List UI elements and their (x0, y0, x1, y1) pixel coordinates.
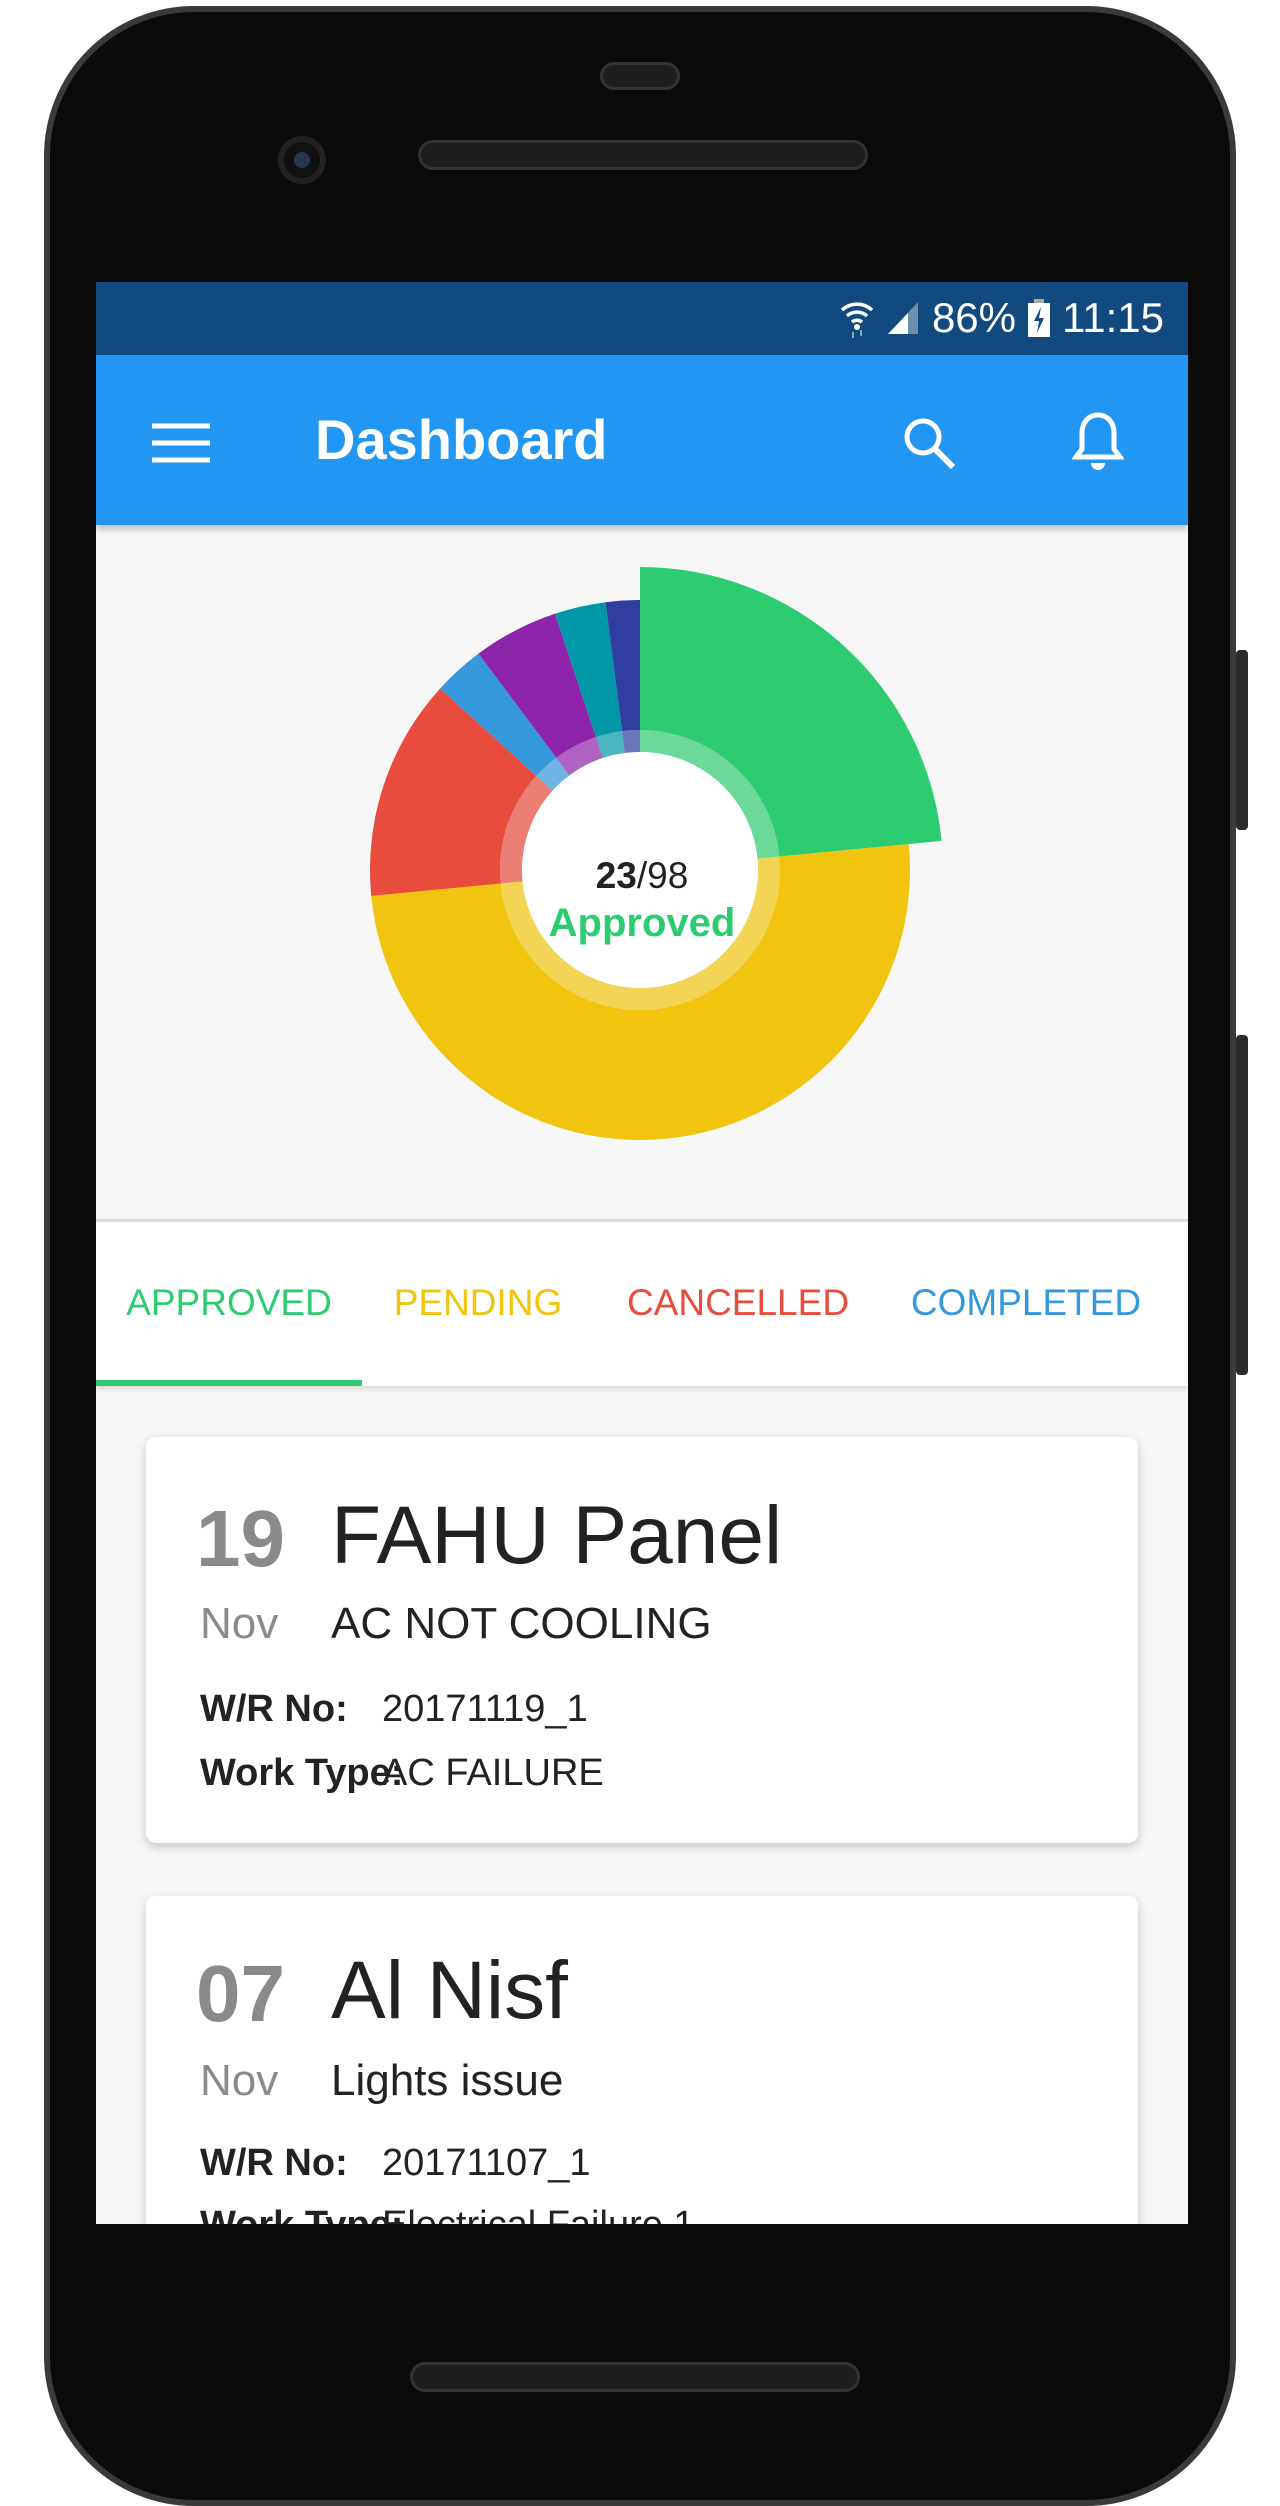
work-request-card[interactable]: 07 Al Nisf Nov Lights issue W/R No: 2017… (146, 1896, 1138, 2224)
app-bar: Dashboard (96, 355, 1188, 525)
card-title: Al Nisf (331, 1945, 568, 2036)
front-camera (278, 136, 326, 184)
battery-percent: 86% (931, 294, 1016, 341)
tab-completed[interactable]: COMPLETED (911, 1282, 1141, 1324)
card-day: 07 (196, 1949, 285, 2038)
power-button (1236, 650, 1248, 830)
work-type-label: Work Type: (200, 1752, 404, 1794)
approved-count: 23 (595, 855, 637, 896)
active-tab-indicator (96, 1380, 362, 1386)
card-month: Nov (200, 1599, 279, 1648)
wr-no-label: W/R No: (200, 2142, 348, 2184)
tab-pending[interactable]: PENDING (394, 1282, 563, 1324)
wr-no-label: W/R No: (200, 1688, 348, 1730)
battery-charging-icon (1028, 299, 1050, 337)
card-month: Nov (200, 2056, 279, 2105)
work-request-card[interactable]: 19 FAHU Panel Nov AC NOT COOLING W/R No:… (146, 1437, 1138, 1843)
clock: 11:15 (1062, 294, 1164, 341)
menu-icon[interactable] (152, 423, 210, 463)
card-title: FAHU Panel (331, 1490, 783, 1581)
total-count: /98 (636, 855, 689, 896)
card-subtitle: AC NOT COOLING (331, 1599, 712, 1648)
volume-button (1236, 1035, 1248, 1375)
donut-center-count: 23/98 (96, 855, 1188, 897)
donut-inner-ring-6 (622, 730, 640, 753)
signal-icon (887, 302, 918, 334)
wifi-icon (840, 302, 874, 338)
card-subtitle: Lights issue (331, 2056, 564, 2105)
card-day: 19 (196, 1494, 285, 1583)
bottom-speaker (410, 2362, 860, 2392)
donut-center-label: Approved (548, 901, 736, 945)
page-title: Dashboard (315, 408, 608, 471)
work-type-value: Electrical Failure 1 (382, 2204, 695, 2224)
wr-no-value: 20171119_1 (382, 1688, 588, 1730)
bell-icon[interactable] (1072, 411, 1124, 473)
earpiece (418, 140, 868, 170)
status-tabs: APPROVED PENDING CANCELLED COMPLETED (96, 1219, 1188, 1386)
search-icon[interactable] (901, 415, 957, 471)
front-sensor (600, 62, 680, 90)
work-type-label: Work Type: (200, 2204, 403, 2224)
tab-approved[interactable]: APPROVED (126, 1282, 332, 1324)
work-type-value: AC FAILURE (382, 1752, 604, 1794)
wr-no-value: 20171107_1 (382, 2142, 591, 2184)
screen: 86% 11:15 Dashboard 23/98 Approved APPRO… (96, 282, 1188, 2224)
tab-cancelled[interactable]: CANCELLED (627, 1282, 849, 1324)
status-bar: 86% 11:15 (96, 282, 1188, 355)
